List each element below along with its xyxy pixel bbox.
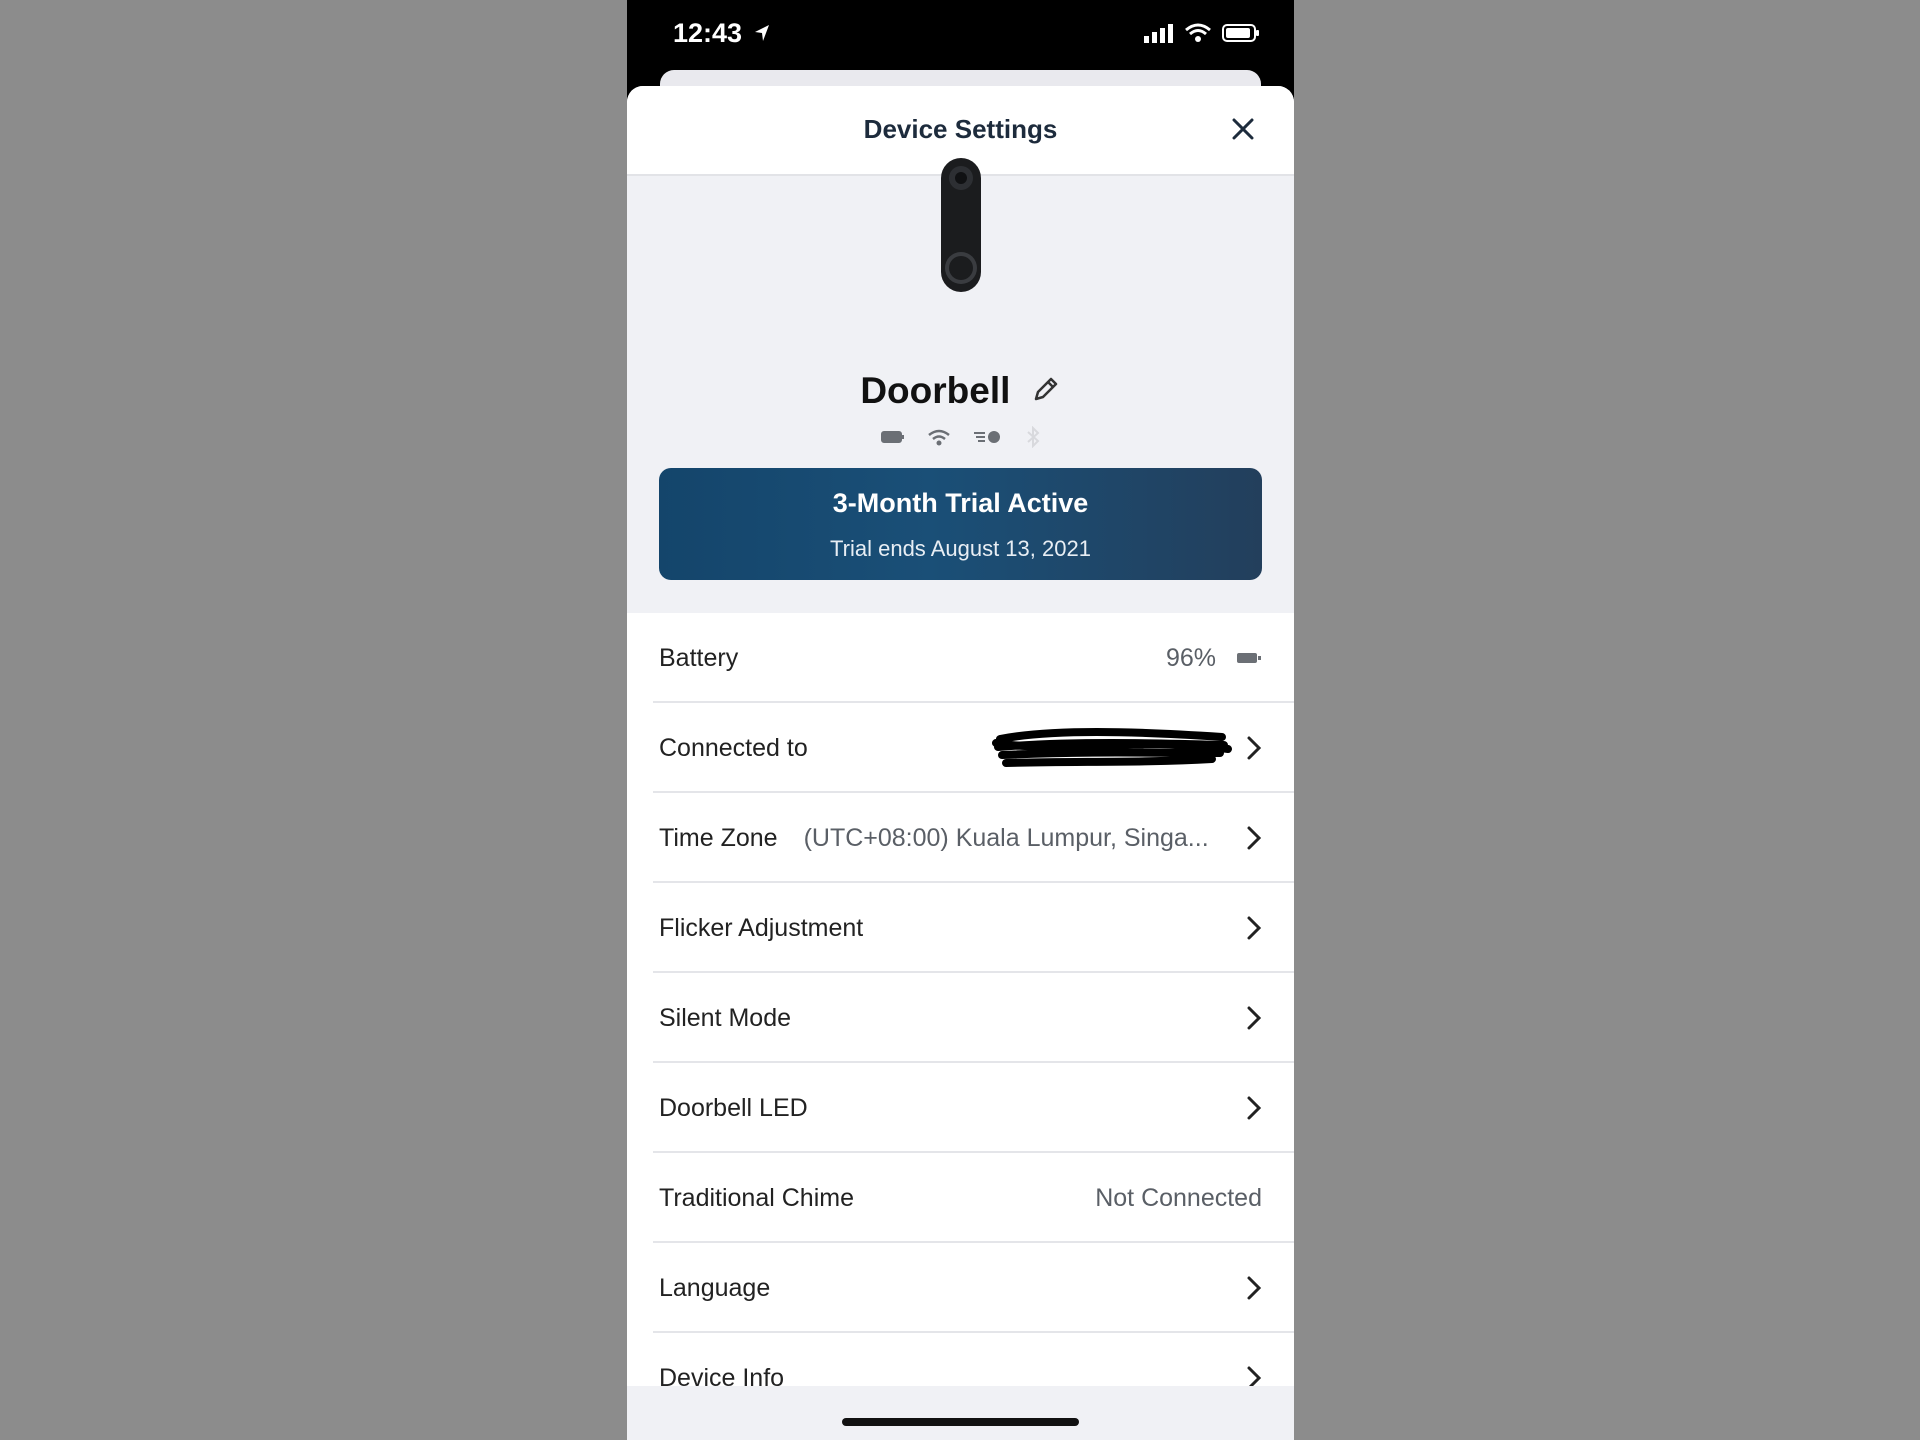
- home-indicator[interactable]: [842, 1418, 1079, 1426]
- motion-detection-icon: [973, 431, 1000, 443]
- chevron-right-icon: [1247, 1276, 1262, 1300]
- chevron-right-icon: [1247, 736, 1262, 760]
- battery-level-icon: [1237, 653, 1261, 663]
- device-settings-sheet: Device Settings Doorbell 3-Month Trial A…: [627, 86, 1294, 1440]
- pencil-edit-icon[interactable]: [1031, 374, 1061, 404]
- device-name-row: Doorbell: [627, 370, 1294, 412]
- cellular-signal-icon: [1144, 24, 1173, 43]
- row-label: Time Zone: [659, 823, 778, 852]
- battery-icon: [1222, 24, 1259, 42]
- status-icons: [1144, 22, 1260, 44]
- time-zone-value: (UTC+08:00) Kuala Lumpur, Singa...: [803, 823, 1209, 852]
- device-battery-icon: [880, 431, 904, 443]
- wifi-icon: [1185, 23, 1211, 42]
- chime-status: Not Connected: [1095, 1183, 1262, 1212]
- chevron-right-icon: [1247, 826, 1262, 850]
- settings-row-language[interactable]: Language: [627, 1243, 1294, 1333]
- row-label: Language: [659, 1273, 771, 1302]
- home-indicator-area: [627, 1386, 1294, 1440]
- doorbell-device-image: [941, 158, 981, 292]
- bluetooth-icon: [1026, 426, 1039, 448]
- location-arrow-icon: [754, 25, 769, 41]
- status-bar: 12:43: [627, 0, 1294, 70]
- chevron-right-icon: [1247, 1006, 1262, 1030]
- settings-row-battery: Battery 96%: [627, 613, 1294, 703]
- battery-percent: 96%: [1165, 643, 1216, 672]
- trial-subtitle: Trial ends August 13, 2021: [830, 536, 1091, 561]
- device-wifi-icon: [927, 429, 950, 446]
- settings-list: Battery 96% Connected to Time Zone (UTC+…: [627, 613, 1294, 1423]
- row-label: Battery: [659, 643, 739, 672]
- chevron-right-icon: [1247, 916, 1262, 940]
- trial-banner[interactable]: 3-Month Trial Active Trial ends August 1…: [659, 468, 1262, 580]
- row-label: Doorbell LED: [659, 1093, 808, 1122]
- settings-row-doorbell-led[interactable]: Doorbell LED: [627, 1063, 1294, 1153]
- device-name: Doorbell: [860, 370, 1011, 411]
- settings-row-traditional-chime: Traditional Chime Not Connected: [627, 1153, 1294, 1243]
- row-label: Flicker Adjustment: [659, 913, 864, 942]
- device-status-icons: [627, 426, 1294, 448]
- settings-row-silent-mode[interactable]: Silent Mode: [627, 973, 1294, 1063]
- row-label: Traditional Chime: [659, 1183, 854, 1212]
- close-icon[interactable]: [1228, 114, 1258, 144]
- row-label: Silent Mode: [659, 1003, 792, 1032]
- row-label: Connected to: [659, 733, 808, 762]
- phone-screen: 12:43 Device Settings Doorbell 3-Month T…: [627, 0, 1294, 1440]
- status-time: 12:43: [673, 18, 770, 49]
- settings-row-flicker-adjustment[interactable]: Flicker Adjustment: [627, 883, 1294, 973]
- device-hero: Doorbell 3-Month Trial Active Trial ends…: [627, 158, 1294, 616]
- chevron-right-icon: [1247, 1096, 1262, 1120]
- redacted-network-name: [992, 728, 1232, 767]
- settings-row-time-zone[interactable]: Time Zone (UTC+08:00) Kuala Lumpur, Sing…: [627, 793, 1294, 883]
- trial-title: 3-Month Trial Active: [832, 488, 1089, 518]
- settings-row-connected-to[interactable]: Connected to: [627, 703, 1294, 793]
- page-title: Device Settings: [863, 114, 1058, 144]
